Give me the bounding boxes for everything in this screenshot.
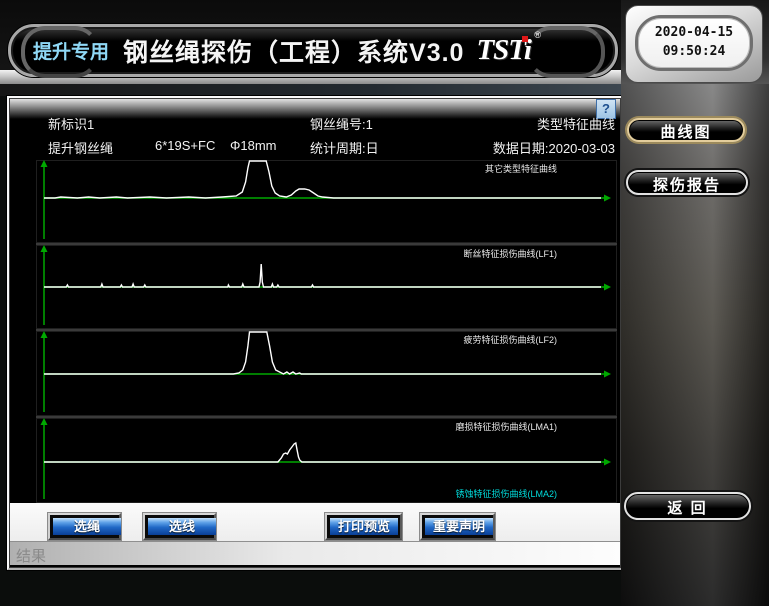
select-line-label: 选线 [148, 518, 216, 535]
main-panel: ? 新标识1 钢丝绳号:1 类型特征曲线 提升钢丝绳 6*19S+FC Φ18m… [7, 96, 623, 570]
time-text: 09:50:24 [663, 43, 726, 62]
rope-diameter: Φ18mm [230, 138, 277, 153]
select-line-button[interactable]: 选线 [143, 513, 216, 540]
important-notice-button[interactable]: 重要声明 [420, 513, 495, 540]
print-preview-button[interactable]: 打印预览 [325, 513, 402, 540]
header: 提升专用 钢丝绳探伤（工程）系统V3.0 TSTi ® 2020-04-15 0… [0, 0, 769, 84]
date-text: 2020-04-15 [655, 24, 733, 43]
strip-label-next-clipped: 锈蚀特征损伤曲线(LMA2) [455, 487, 557, 500]
select-rope-label: 选绳 [53, 518, 121, 535]
info-row-2: 提升钢丝绳 6*19S+FC Φ18mm 统计周期:日 数据日期:2020-03… [9, 138, 621, 154]
strip-label: 磨损特征损伤曲线(LMA1) [455, 420, 557, 433]
content-area: ? 新标识1 钢丝绳号:1 类型特征曲线 提升钢丝绳 6*19S+FC Φ18m… [0, 84, 769, 606]
curve-type-label: 类型特征曲线 [537, 114, 615, 133]
status-bar: 结果 [10, 541, 620, 565]
tsti-logo-red-dot [522, 36, 528, 42]
chart-area: 其它类型特征曲线断丝特征损伤曲线(LF1) 疲劳特征损伤曲线(LF2) 磨损特征损伤… [36, 160, 617, 503]
registered-mark: ® [534, 30, 541, 40]
app-badge: 提升专用 [33, 37, 109, 64]
select-rope-button[interactable]: 选绳 [48, 513, 121, 540]
strip-label: 其它类型特征曲线 [485, 162, 557, 175]
app-title: 钢丝绳探伤（工程）系统V3.0 [123, 33, 464, 69]
strip-label: 疲劳特征损伤曲线(LF2) [463, 333, 557, 346]
rope-spec: 6*19S+FC [155, 138, 215, 153]
chart-strip-3: 疲劳特征损伤曲线(LF2) [36, 331, 617, 416]
app-window: 提升专用 钢丝绳探伤（工程）系统V3.0 TSTi ® 2020-04-15 0… [0, 0, 769, 606]
info-row-1: 新标识1 钢丝绳号:1 类型特征曲线 [9, 114, 621, 130]
waveform [44, 264, 601, 287]
important-notice-label: 重要声明 [425, 518, 493, 535]
new-label-text: 新标识1 [48, 114, 94, 133]
datetime-display: 2020-04-15 09:50:24 [626, 6, 762, 82]
bottom-button-strip: 选绳 选线 打印预览 重要声明 [10, 503, 620, 541]
stat-period: 统计周期:日 [310, 138, 379, 157]
sidebar-button-return[interactable]: 返 回 [624, 492, 751, 520]
status-text: 结果 [16, 545, 46, 566]
chart-strip-4: 磨损特征损伤曲线(LMA1) 锈蚀特征损伤曲线(LMA2) [36, 418, 617, 503]
tsti-logo: TSTi ® [476, 34, 531, 67]
waveform [44, 443, 601, 462]
print-preview-label: 打印预览 [330, 518, 398, 535]
data-date: 数据日期:2020-03-03 [493, 138, 615, 157]
rope-name: 提升钢丝绳 [48, 138, 113, 157]
top-gap [0, 84, 621, 96]
app-title-banner: 提升专用 钢丝绳探伤（工程）系统V3.0 TSTi ® [8, 24, 618, 77]
datetime-inner: 2020-04-15 09:50:24 [635, 15, 753, 71]
sidebar-button-curve-chart[interactable]: 曲线图 [627, 118, 745, 142]
strip-label: 断丝特征损伤曲线(LF1) [463, 247, 557, 260]
sidebar-button-flaw-report[interactable]: 探伤报告 [626, 170, 748, 195]
sidebar: 曲线图 探伤报告 返 回 [621, 84, 769, 606]
chart-strip-2: 断丝特征损伤曲线(LF1) [36, 245, 617, 329]
rope-number: 钢丝绳号:1 [310, 114, 373, 133]
chart-strip-1: 其它类型特征曲线 [36, 160, 617, 243]
